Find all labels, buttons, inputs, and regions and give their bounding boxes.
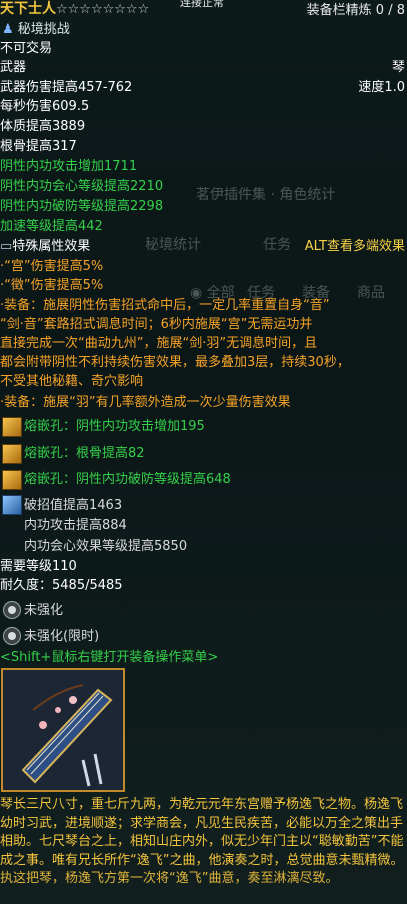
gem-icon: [2, 417, 22, 437]
effect-line: 直接完成一次“曲动九州”，施展“剑·羽”无调息时间，且: [0, 336, 318, 351]
enchant-line: 内功攻击提高884: [24, 518, 127, 533]
enchant-line: 内功会心效果等级提高5850: [24, 539, 188, 554]
weapon-type: 琴: [391, 60, 405, 75]
weapon-damage: 武器伤害提高457-762: [0, 80, 133, 95]
gem-icon: [2, 444, 22, 464]
effect-line: ·“宫”伤害提高5%: [0, 259, 104, 274]
alt-hint: ALT查看多端效果: [304, 239, 405, 254]
enchant-stone-icon: [2, 495, 22, 515]
effect-line: 不受其他秘籍、奇穴影响: [0, 374, 144, 389]
item-header: 天下士人☆☆☆☆☆☆☆☆: [0, 0, 149, 19]
plugin-window-title: 茗伊插件集 · 角色统计: [196, 187, 336, 203]
durability: 耐久度：5485/5485: [0, 578, 123, 593]
item-name: 天下士人: [0, 1, 56, 17]
strengthen-status: 未强化: [24, 603, 64, 618]
weapon-dps: 每秒伤害609.5: [0, 99, 90, 114]
quality-stars: ☆☆☆☆☆☆☆☆: [56, 2, 150, 17]
effect-line: ·装备：施展“羽”有几率额外造成一次少量伤害效果: [0, 395, 291, 410]
item-description: 琴长三尺八寸，重七斤九两，为乾元元年东宫赠予杨逸飞之物。杨逸飞幼时习武，进境顺遂…: [0, 797, 404, 887]
refine-status: 装备栏精炼 0 / 8: [306, 3, 405, 18]
guqin-icon: [3, 670, 123, 790]
shift-click-hint: <Shift+鼠标右键打开装备操作菜单>: [0, 650, 219, 665]
enchant-line: 破招值提高1463: [24, 498, 123, 513]
gem-icon: [2, 470, 22, 490]
item-portrait: [1, 668, 125, 792]
level-requirement: 需要等级110: [0, 559, 77, 574]
secret-challenge: ♟ 秘境挑战: [2, 22, 70, 37]
effect-line: 都会附带阴性不利持续伤害效果，最多叠加3层，持续30秒，: [0, 355, 350, 370]
stat-overcome: 阴性内功破防等级提高2298: [0, 199, 164, 214]
monitor-icon: ▭: [0, 239, 13, 254]
strengthen-slot-icon: [3, 601, 21, 619]
stat-haste: 加速等级提高442: [0, 219, 103, 234]
plugin-tab-dungeon: 秘境统计: [145, 237, 201, 253]
strengthen-slot-icon: [3, 627, 21, 645]
stat-crit: 阴性内功会心等级提高2210: [0, 179, 164, 194]
plugin-tab-quest: 任务: [263, 237, 291, 253]
effect-line: “剑·音”套路招式调息时间；6秒内施展“宫”无需运功并: [0, 317, 313, 332]
flask-icon: ♟: [2, 22, 14, 37]
trade-status: 不可交易: [0, 41, 53, 56]
socket-overcome: 熔嵌孔：阴性内功破防等级提高648: [24, 472, 231, 487]
socket-attack: 熔嵌孔：阴性内功攻击增加195: [24, 419, 205, 434]
stat-vitality: 体质提高3889: [0, 119, 86, 134]
weapon-speed: 速度1.0: [358, 80, 405, 95]
special-effects-title: ▭特殊属性效果: [0, 239, 91, 254]
plugin-filter-goods: 商品: [357, 285, 385, 301]
strengthen-timed-status: 未强化(限时): [24, 629, 100, 644]
effect-line: ·“徵”伤害提高5%: [0, 278, 104, 293]
effect-line: ·装备：施展阴性伤害招式命中后，一定几率重置自身“音”: [0, 298, 330, 313]
equip-slot: 武器: [0, 60, 27, 75]
socket-spirit: 熔嵌孔：根骨提高82: [24, 446, 145, 461]
connection-status: 连接正常: [180, 0, 224, 9]
stat-attack: 阴性内功攻击增加1711: [0, 159, 138, 174]
stat-spirit: 根骨提高317: [0, 139, 77, 154]
